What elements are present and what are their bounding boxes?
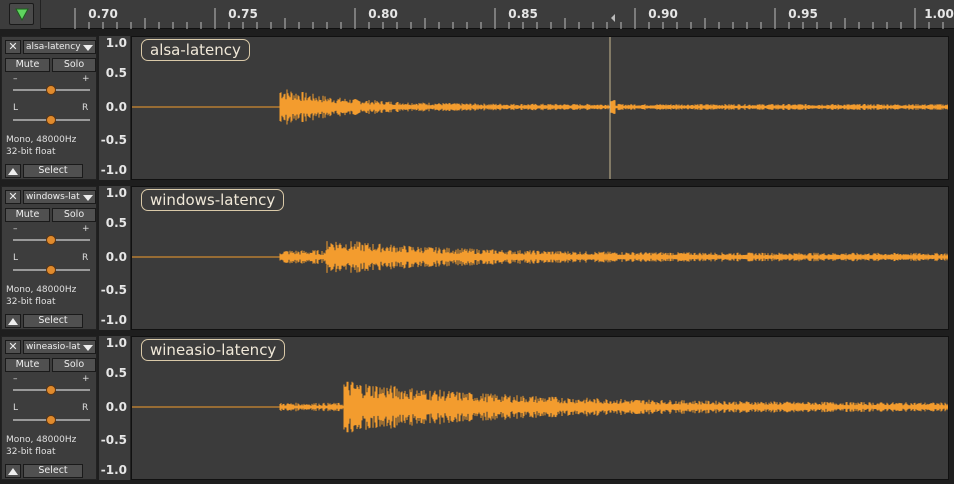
amplitude-tick-label: -0.5 — [100, 283, 127, 297]
track-name-menu[interactable]: wineasio-lat — [23, 340, 96, 354]
mute-button[interactable]: Mute — [5, 58, 50, 72]
pan-slider-thumb[interactable] — [46, 415, 56, 425]
play-triangle-down-icon — [15, 8, 29, 21]
track-control-panel: ✕ alsa-latency Mute Solo – + L R Mono, 4… — [1, 36, 97, 180]
gain-plus-label: + — [82, 224, 90, 234]
gain-plus-label: + — [82, 74, 90, 84]
track-label: wineasio-latency — [141, 339, 286, 361]
collapse-track-button[interactable] — [5, 464, 21, 478]
amplitude-tick-label: 0.5 — [105, 66, 127, 80]
pan-left-label: L — [13, 253, 19, 263]
gain-minus-label: – — [13, 224, 18, 234]
mute-button[interactable]: Mute — [5, 358, 50, 372]
select-track-button[interactable]: Select — [23, 164, 83, 178]
track-format-info: Mono, 48000Hz — [6, 435, 77, 445]
track-name-text: alsa-latency — [26, 42, 81, 52]
pan-right-label: R — [82, 253, 89, 263]
amplitude-tick-label: 0.5 — [105, 216, 127, 230]
track-control-panel: ✕ wineasio-lat Mute Solo – + L R Mono, 4… — [1, 336, 97, 480]
amplitude-ruler[interactable]: 1.0 0.5 0.0 -0.5 -1.0 — [99, 336, 131, 480]
amplitude-tick-label: -1.0 — [100, 313, 127, 327]
amplitude-tick-label: -0.5 — [100, 133, 127, 147]
gain-slider-thumb[interactable] — [46, 85, 56, 95]
ruler-tick-label: 0.85 — [508, 7, 538, 21]
ruler-left-corner — [0, 0, 41, 29]
gain-plus-label: + — [82, 374, 90, 384]
solo-button[interactable]: Solo — [52, 358, 96, 372]
audio-track[interactable]: ✕ wineasio-lat Mute Solo – + L R Mono, 4… — [0, 335, 954, 481]
close-track-button[interactable]: ✕ — [5, 340, 21, 354]
chevron-up-icon — [8, 168, 18, 175]
gain-slider-thumb[interactable] — [46, 385, 56, 395]
solo-button[interactable]: Solo — [52, 208, 96, 222]
amplitude-tick-label: 0.0 — [105, 250, 127, 264]
chevron-down-icon — [83, 45, 93, 51]
timeline-ruler[interactable]: 0.70 0.75 0.80 0.85 0.90 0.95 1.00 — [0, 0, 954, 29]
ruler-tick-label: 0.95 — [788, 7, 818, 21]
close-track-button[interactable]: ✕ — [5, 40, 21, 54]
select-track-button[interactable]: Select — [23, 464, 83, 478]
gain-minus-label: – — [13, 74, 18, 84]
amplitude-ruler[interactable]: 1.0 0.5 0.0 -0.5 -1.0 — [99, 186, 131, 330]
track-name-menu[interactable]: alsa-latency — [23, 40, 96, 54]
chevron-down-icon — [83, 345, 93, 351]
gain-minus-label: – — [13, 374, 18, 384]
collapse-track-button[interactable] — [5, 314, 21, 328]
waveform-area[interactable]: alsa-latency — [131, 36, 949, 180]
amplitude-tick-label: 1.0 — [105, 36, 127, 50]
waveform-area[interactable]: wineasio-latency — [131, 336, 949, 480]
track-name-text: wineasio-lat — [26, 342, 81, 352]
amplitude-tick-label: -0.5 — [100, 433, 127, 447]
chevron-up-icon — [8, 468, 18, 475]
chevron-down-icon — [83, 195, 93, 201]
collapse-track-button[interactable] — [5, 164, 21, 178]
amplitude-tick-label: 0.0 — [105, 400, 127, 414]
audio-track[interactable]: ✕ windows-lat Mute Solo – + L R Mono, 48… — [0, 185, 954, 331]
track-bitdepth-info: 32-bit float — [6, 297, 56, 307]
track-label: alsa-latency — [141, 39, 250, 61]
select-track-button[interactable]: Select — [23, 314, 83, 328]
amplitude-tick-label: -1.0 — [100, 163, 127, 177]
amplitude-tick-label: 1.0 — [105, 186, 127, 200]
amplitude-tick-label: 0.0 — [105, 100, 127, 114]
play-at-speed-button[interactable] — [9, 3, 34, 25]
solo-button[interactable]: Solo — [52, 58, 96, 72]
mute-button[interactable]: Mute — [5, 208, 50, 222]
amplitude-tick-label: -1.0 — [100, 463, 127, 477]
waveform — [132, 37, 948, 179]
ruler-tick-label: 1.00 — [924, 7, 954, 21]
pan-left-label: L — [13, 103, 19, 113]
track-bitdepth-info: 32-bit float — [6, 447, 56, 457]
pan-right-label: R — [82, 103, 89, 113]
gain-slider-thumb[interactable] — [46, 235, 56, 245]
chevron-up-icon — [8, 318, 18, 325]
amplitude-ruler[interactable]: 1.0 0.5 0.0 -0.5 -1.0 — [99, 36, 131, 180]
track-control-panel: ✕ windows-lat Mute Solo – + L R Mono, 48… — [1, 186, 97, 330]
ruler-tick-label: 0.75 — [228, 7, 258, 21]
pan-left-label: L — [13, 403, 19, 413]
close-icon: ✕ — [8, 190, 18, 203]
track-label: windows-latency — [141, 189, 285, 211]
track-name-menu[interactable]: windows-lat — [23, 190, 96, 204]
track-bitdepth-info: 32-bit float — [6, 147, 56, 157]
pan-slider-thumb[interactable] — [46, 115, 56, 125]
pan-slider-thumb[interactable] — [46, 265, 56, 275]
ruler-tick-label: 0.80 — [368, 7, 398, 21]
ruler-scale[interactable]: 0.70 0.75 0.80 0.85 0.90 0.95 1.00 — [41, 0, 954, 29]
amplitude-tick-label: 0.5 — [105, 366, 127, 380]
close-icon: ✕ — [8, 340, 18, 353]
pan-right-label: R — [82, 403, 89, 413]
ruler-tick-label: 0.90 — [648, 7, 678, 21]
track-format-info: Mono, 48000Hz — [6, 135, 77, 145]
waveform-area[interactable]: windows-latency — [131, 186, 949, 330]
amplitude-tick-label: 1.0 — [105, 336, 127, 350]
ruler-tick-label: 0.70 — [88, 7, 118, 21]
close-icon: ✕ — [8, 40, 18, 53]
track-format-info: Mono, 48000Hz — [6, 285, 77, 295]
audio-track[interactable]: ✕ alsa-latency Mute Solo – + L R Mono, 4… — [0, 35, 954, 181]
cursor-marker-icon — [611, 14, 615, 22]
close-track-button[interactable]: ✕ — [5, 190, 21, 204]
track-name-text: windows-lat — [26, 192, 80, 202]
